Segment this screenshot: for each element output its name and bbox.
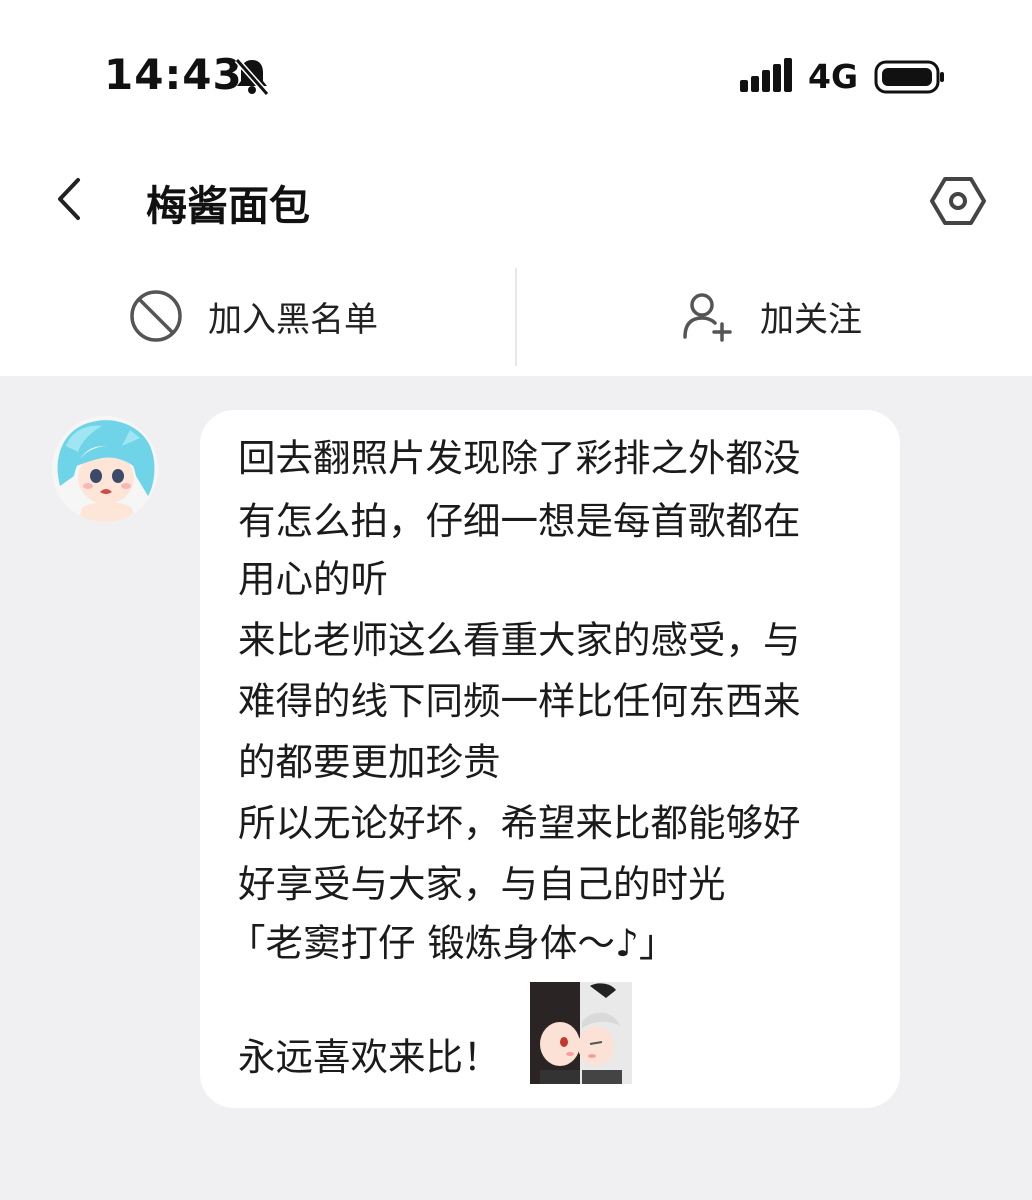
message-line: 回去翻照片发现除了彩排之外都没 bbox=[238, 436, 801, 480]
message-line: 永远喜欢来比！ bbox=[238, 1035, 501, 1079]
block-button[interactable]: 加入黑名单 bbox=[128, 266, 378, 366]
message-bubble: 回去翻照片发现除了彩排之外都没 有怎么拍，仔细一想是每首歌都在 用心的听 来比老… bbox=[200, 410, 900, 1108]
avatar[interactable] bbox=[52, 416, 158, 522]
block-label: 加入黑名单 bbox=[208, 299, 378, 340]
message-line: 有怎么拍，仔细一想是每首歌都在 bbox=[238, 499, 801, 543]
settings-icon[interactable] bbox=[930, 173, 986, 229]
follow-label: 加关注 bbox=[760, 299, 862, 340]
message-line: 来比老师这么看重大家的感受，与 bbox=[238, 618, 801, 662]
block-icon bbox=[130, 290, 182, 342]
battery-icon bbox=[874, 60, 944, 94]
message-line: 的都要更加珍贵 bbox=[238, 740, 501, 784]
page-title: 梅酱面包 bbox=[146, 182, 310, 230]
signal-icon bbox=[740, 58, 792, 92]
message-line: 难得的线下同频一样比任何东西来 bbox=[238, 679, 801, 723]
avatar-image bbox=[52, 416, 158, 522]
message-line: 好享受与大家，与自己的时光 bbox=[238, 862, 726, 906]
message-line: 所以无论好坏，希望来比都能够好 bbox=[238, 801, 801, 845]
add-user-icon bbox=[683, 293, 732, 342]
sticker-art bbox=[530, 982, 632, 1084]
action-divider bbox=[515, 268, 517, 366]
sticker-image[interactable] bbox=[530, 982, 632, 1084]
bell-muted-icon bbox=[234, 58, 270, 96]
network-type: 4G bbox=[808, 57, 859, 96]
back-icon[interactable] bbox=[50, 176, 90, 222]
status-time: 14:43 bbox=[104, 50, 243, 99]
status-bar: 14:43 4G bbox=[0, 0, 1032, 150]
message-line: 「老窦打仔 锻炼身体～♪」 bbox=[228, 921, 677, 965]
message-line: 用心的听 bbox=[238, 557, 388, 601]
follow-button[interactable]: 加关注 bbox=[680, 266, 862, 366]
